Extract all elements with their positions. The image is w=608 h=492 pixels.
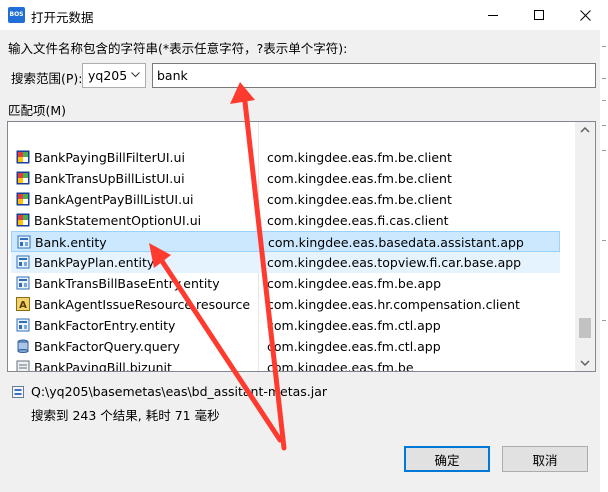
search-input[interactable] bbox=[152, 63, 596, 88]
ui-icon bbox=[16, 213, 30, 227]
result-name: BankStatementOptionUI.ui bbox=[34, 213, 202, 228]
maximize-icon bbox=[534, 10, 544, 20]
list-item[interactable]: BankStatementOptionUI.ui com.kingdee.eas.… bbox=[11, 210, 560, 231]
minimize-button[interactable] bbox=[470, 0, 516, 30]
title-bar: BOS 打开元数据 bbox=[0, 0, 608, 30]
maximize-button[interactable] bbox=[516, 0, 562, 30]
result-package: com.kingdee.eas.fm.ctl.app bbox=[267, 318, 441, 333]
file-path: Q:\yq205\basemetas\eas\bd_assitant-metas… bbox=[31, 384, 328, 399]
entity-icon bbox=[16, 255, 30, 269]
instruction-text: 输入文件名称包含的字符串(*表示任意字符，?表示单个字符): bbox=[8, 41, 348, 56]
scroll-down-icon bbox=[580, 360, 590, 367]
query-icon bbox=[17, 339, 29, 353]
list-item[interactable]: BankPayingBillFilterUI.ui com.kingdee.eas… bbox=[11, 147, 560, 168]
list-item[interactable]: BankTransBillBaseEntry.entity com.kingdee… bbox=[11, 273, 560, 294]
window-title: 打开元数据 bbox=[31, 10, 94, 25]
result-package: com.kingdee.eas.basedata.assistant.app bbox=[268, 235, 524, 250]
close-icon bbox=[579, 9, 591, 21]
list-item[interactable]: BankAgentPayBillListUI.ui com.kingdee.eas… bbox=[11, 189, 560, 210]
search-status: 搜索到 243 个结果, 耗时 71 毫秒 bbox=[31, 408, 220, 423]
entity-icon bbox=[17, 235, 31, 249]
result-name: BankFactorQuery.query bbox=[34, 339, 180, 354]
results-list[interactable]: BankPayingBillFilterUI.ui com.kingdee.eas… bbox=[7, 121, 596, 372]
svg-text:A: A bbox=[19, 300, 27, 311]
minimize-icon bbox=[488, 15, 498, 16]
result-package: com.kingdee.eas.fm.be.client bbox=[267, 150, 452, 165]
result-package: com.kingdee.eas.fm.be.client bbox=[267, 171, 452, 186]
result-package: com.kingdee.eas.fm.ctl.app bbox=[267, 339, 441, 354]
ui-icon bbox=[16, 192, 30, 206]
result-package: com.kingdee.eas.hr.compensation.client bbox=[267, 297, 520, 312]
list-item[interactable]: BankPayingBill.bizunit com.kingdee.eas.fm… bbox=[11, 357, 560, 371]
vertical-scrollbar[interactable] bbox=[575, 122, 595, 371]
list-item[interactable]: BankFactorQuery.query com.kingdee.eas.fm.… bbox=[11, 336, 560, 357]
scroll-thumb[interactable] bbox=[579, 318, 591, 338]
result-name: BankAgentPayBillListUI.ui bbox=[34, 192, 194, 207]
list-item[interactable]: BankTransUpBillListUI.ui com.kingdee.eas.… bbox=[11, 168, 560, 189]
scroll-down-button[interactable] bbox=[575, 354, 595, 371]
results-rows: BankPayingBillFilterUI.ui com.kingdee.eas… bbox=[8, 122, 575, 371]
list-item[interactable]: Bank.entity com.kingdee.eas.basedata.assi… bbox=[11, 231, 560, 252]
ok-button[interactable]: 确定 bbox=[404, 446, 490, 472]
scroll-up-icon bbox=[580, 126, 590, 133]
result-name: BankPayingBillFilterUI.ui bbox=[34, 150, 185, 165]
scope-select[interactable]: yq205 bbox=[82, 63, 146, 88]
result-name: BankPayPlan.entity bbox=[34, 255, 155, 270]
jar-file-icon bbox=[12, 386, 24, 398]
scroll-up-button[interactable] bbox=[575, 122, 595, 139]
list-item[interactable]: A BankAgentIssueResource.resource com.king… bbox=[11, 294, 560, 315]
result-package: com.kingdee.eas.fi.cas.client bbox=[267, 213, 449, 228]
app-icon: BOS bbox=[8, 7, 25, 23]
entity-icon bbox=[16, 276, 30, 290]
chevron-down-icon bbox=[131, 72, 140, 78]
result-name: BankFactorEntry.entity bbox=[34, 318, 176, 333]
ui-icon bbox=[16, 171, 30, 185]
bizunit-icon bbox=[16, 360, 30, 371]
result-name: BankTransBillBaseEntry.entity bbox=[34, 276, 220, 291]
result-package: com.kingdee.eas.fm.be.app bbox=[267, 276, 442, 291]
scope-label: 搜索范围(P): bbox=[11, 71, 83, 86]
close-button[interactable] bbox=[562, 0, 608, 30]
list-item[interactable]: BankFactorEntry.entity com.kingdee.eas.fm… bbox=[11, 315, 560, 336]
result-name: BankAgentIssueResource.resource bbox=[34, 297, 251, 312]
result-name: BankPayingBill.bizunit bbox=[34, 360, 172, 371]
matches-label: 匹配项(M) bbox=[8, 103, 67, 118]
result-package: com.kingdee.eas.fm.be bbox=[267, 360, 414, 371]
result-name: BankTransUpBillListUI.ui bbox=[34, 171, 185, 186]
entity-icon bbox=[16, 318, 30, 332]
result-package: com.kingdee.eas.topview.fi.car.base.app bbox=[267, 255, 522, 270]
result-package: com.kingdee.eas.fm.be.client bbox=[267, 192, 452, 207]
list-item[interactable]: BankPayPlan.entity com.kingdee.eas.topvie… bbox=[11, 252, 560, 273]
result-name: Bank.entity bbox=[35, 235, 107, 250]
resource-icon: A bbox=[16, 297, 30, 311]
ui-icon bbox=[16, 150, 30, 164]
scope-select-value: yq205 bbox=[88, 68, 128, 83]
background-window-edge bbox=[600, 30, 608, 492]
cancel-button[interactable]: 取消 bbox=[502, 446, 588, 472]
